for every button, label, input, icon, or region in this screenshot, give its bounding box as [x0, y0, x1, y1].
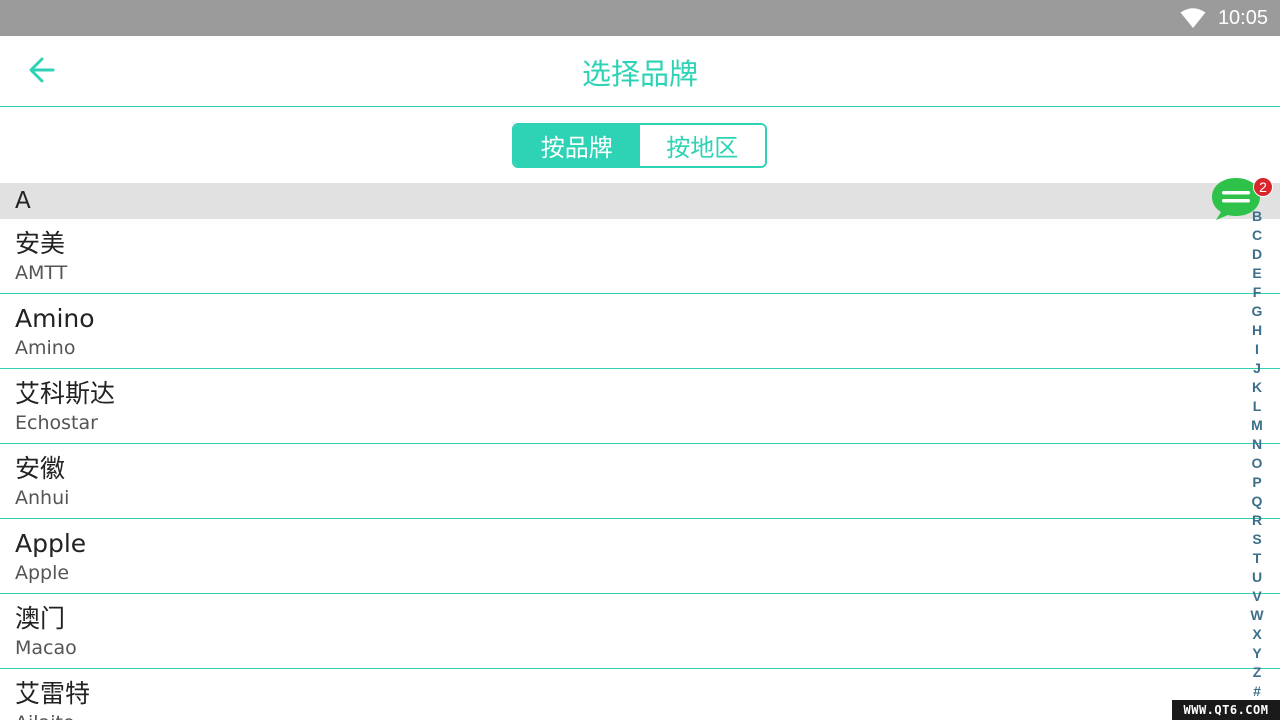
brand-name: 澳门 [15, 604, 66, 633]
list-item[interactable]: 安徽 Anhui [0, 444, 1280, 519]
index-letter[interactable]: # [1253, 682, 1261, 701]
brand-subtitle: AMTT [15, 262, 68, 284]
chat-bubble-icon [1210, 178, 1262, 226]
index-letter[interactable]: M [1251, 416, 1263, 435]
brand-name: Amino [15, 304, 95, 333]
tab-by-brand[interactable]: 按品牌 [514, 125, 640, 166]
filter-tabs: 按品牌 按地区 [512, 123, 767, 168]
index-letter[interactable]: R [1252, 511, 1262, 530]
index-letter[interactable]: S [1252, 530, 1261, 549]
list-item[interactable]: Apple Apple [0, 519, 1280, 594]
brand-subtitle: Ailaite [15, 711, 75, 720]
index-letter[interactable]: V [1252, 587, 1261, 606]
index-letter[interactable]: Y [1252, 644, 1261, 663]
section-header: A [0, 183, 1280, 219]
watermark: WWW.QT6.COM [1172, 700, 1280, 720]
index-letter[interactable]: F [1253, 283, 1262, 302]
list-item[interactable]: 澳门 Macao [0, 594, 1280, 669]
list-item[interactable]: 艾雷特 Ailaite [0, 669, 1280, 720]
arrow-left-icon [27, 55, 57, 89]
index-letter[interactable]: X [1252, 625, 1261, 644]
index-letter[interactable]: Q [1252, 492, 1263, 511]
status-time: 10:05 [1217, 6, 1268, 29]
status-bar: 10:05 [0, 0, 1280, 36]
wifi-icon [1180, 7, 1206, 29]
brand-name: 艾雷特 [15, 679, 91, 708]
index-letter[interactable]: C [1252, 226, 1262, 245]
brand-subtitle: Amino [15, 337, 76, 359]
brand-subtitle: Echostar [15, 412, 98, 434]
index-letter[interactable]: I [1255, 340, 1259, 359]
list-item[interactable]: Amino Amino [0, 294, 1280, 369]
brand-subtitle: Macao [15, 637, 77, 659]
index-letter[interactable]: K [1252, 378, 1262, 397]
brand-name: Apple [15, 529, 87, 558]
brand-name: 安徽 [15, 454, 66, 483]
brand-list: 安美 AMTT Amino Amino 艾科斯达 Echostar 安徽 Anh… [0, 219, 1280, 720]
back-button[interactable] [24, 54, 60, 90]
app-header: 选择品牌 [0, 36, 1280, 107]
tab-by-region[interactable]: 按地区 [639, 125, 765, 166]
brand-name: 艾科斯达 [15, 379, 116, 408]
alphabet-index[interactable]: B C D E F G H I J K L M N O P Q R S T U V W X Y Z # [1246, 207, 1268, 701]
index-letter[interactable]: N [1252, 435, 1262, 454]
index-letter[interactable]: Z [1253, 663, 1262, 682]
brand-name: 安美 [15, 229, 66, 258]
list-item[interactable]: 安美 AMTT [0, 219, 1280, 294]
notification-badge: 2 [1253, 177, 1273, 197]
index-letter[interactable]: U [1252, 568, 1262, 587]
brand-subtitle: Apple [15, 562, 70, 584]
index-letter[interactable]: W [1250, 606, 1263, 625]
index-letter[interactable]: P [1252, 473, 1261, 492]
index-letter[interactable]: G [1252, 302, 1263, 321]
index-letter[interactable]: H [1252, 321, 1262, 340]
index-letter[interactable]: L [1253, 397, 1262, 416]
index-letter[interactable]: J [1253, 359, 1261, 378]
screen: 10:05 选择品牌 按品牌 按地区 A 安美 AMTT Amino Amino… [0, 0, 1280, 720]
brand-subtitle: Anhui [15, 487, 70, 509]
index-letter[interactable]: O [1252, 454, 1263, 473]
list-item[interactable]: 艾科斯达 Echostar [0, 369, 1280, 444]
page-title: 选择品牌 [581, 56, 698, 91]
index-letter[interactable]: D [1252, 245, 1262, 264]
index-letter[interactable]: E [1252, 264, 1261, 283]
index-letter[interactable]: T [1253, 549, 1262, 568]
